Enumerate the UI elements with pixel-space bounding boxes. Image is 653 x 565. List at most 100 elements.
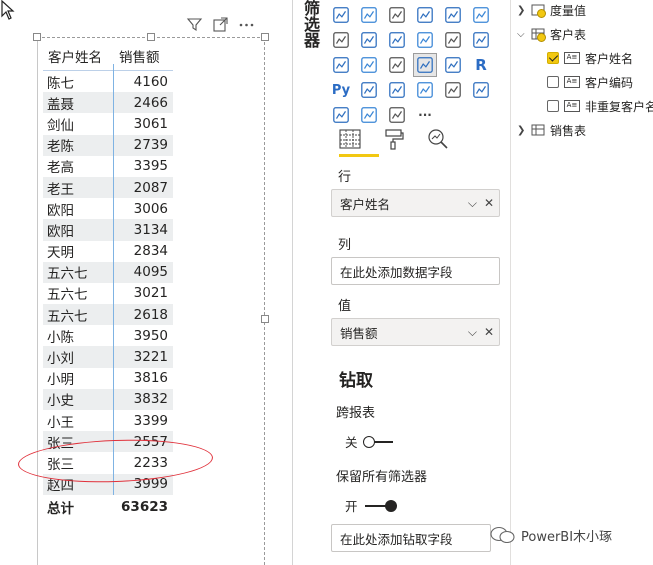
customer-table-item[interactable]: ⌵ 客户表 xyxy=(517,25,586,43)
qa-icon[interactable] xyxy=(414,79,436,101)
pane-divider xyxy=(292,0,293,565)
power-apps-icon[interactable] xyxy=(330,104,352,126)
sales-table-item[interactable]: ❯ 销售表 xyxy=(517,121,586,139)
field-item[interactable]: A≡ 客户姓名 xyxy=(547,49,633,67)
decomposition-tree-icon[interactable] xyxy=(386,79,408,101)
map-icon[interactable] xyxy=(330,29,352,51)
power-automate-icon[interactable] xyxy=(358,104,380,126)
pie-chart-icon[interactable] xyxy=(414,4,436,26)
rows-label: 行 xyxy=(338,170,352,185)
visual-header xyxy=(186,15,255,33)
sales-value-cell: 2466 xyxy=(133,94,168,111)
stacked-column-chart-icon[interactable] xyxy=(330,4,352,26)
measure-table-item[interactable]: ❯ 度量值 xyxy=(517,1,586,19)
table-row[interactable]: 小王 3399 xyxy=(43,410,173,431)
filters-pane-title[interactable]: 筛选器 xyxy=(296,0,322,60)
table-row[interactable]: 陈七 4160 xyxy=(43,71,173,92)
column-divider xyxy=(113,64,114,495)
table-row[interactable]: 五六七 2618 xyxy=(43,304,173,326)
resize-handle[interactable] xyxy=(33,33,41,41)
key-influencers-icon[interactable] xyxy=(358,79,380,101)
values-well[interactable]: 销售额 ⌵ ✕ xyxy=(331,318,500,346)
treemap-icon[interactable] xyxy=(470,4,492,26)
more-options-icon[interactable] xyxy=(238,16,255,33)
table-row[interactable]: 老高 3395 xyxy=(43,156,173,177)
scatter-chart-icon[interactable] xyxy=(386,4,408,26)
chevron-right-icon[interactable]: ❯ xyxy=(517,5,527,16)
customer-name-cell: 天明 xyxy=(47,245,74,262)
chevron-down-icon[interactable]: ⌵ xyxy=(517,29,527,40)
field-item[interactable]: A≡ 客户编码 xyxy=(547,73,633,91)
keep-filters-toggle[interactable]: 开 xyxy=(345,496,397,515)
viz-pane-tabs xyxy=(336,126,452,152)
drillthrough-well[interactable]: 在此处添加钻取字段 xyxy=(331,524,491,552)
field-checkbox[interactable] xyxy=(547,76,559,88)
field-label: 非重复客户名 xyxy=(585,99,653,114)
column-header-sales[interactable]: 销售额 xyxy=(113,46,173,66)
field-checkbox[interactable] xyxy=(547,100,559,112)
rows-well[interactable]: 客户姓名 ⌵ ✕ xyxy=(331,189,500,217)
arcgis-icon[interactable] xyxy=(386,104,408,126)
table-row[interactable]: 老陈 2739 xyxy=(43,134,173,156)
filled-map-icon[interactable] xyxy=(358,29,380,51)
column-header-customer-name[interactable]: 客户姓名 xyxy=(43,46,113,66)
fields-tab-icon[interactable] xyxy=(336,126,364,152)
table-icon[interactable] xyxy=(413,53,437,77)
toggle-knob xyxy=(384,499,397,512)
table-row[interactable]: 五六七 3021 xyxy=(43,283,173,304)
table-row[interactable]: 欧阳 3006 xyxy=(43,198,173,219)
close-icon[interactable]: ✕ xyxy=(484,325,494,340)
card-icon[interactable] xyxy=(470,29,492,51)
chevron-right-icon[interactable]: ❯ xyxy=(517,125,527,136)
table-row[interactable]: 小史 3832 xyxy=(43,388,173,410)
sales-value-cell: 2739 xyxy=(133,137,168,154)
cross-report-toggle[interactable]: 关 xyxy=(345,432,393,451)
slicer-icon[interactable] xyxy=(386,54,408,76)
table-body: 陈七 4160 盖聂 2466 剑仙 3061 老陈 2739 老高 3395 老王 2087 欧阳 30… xyxy=(43,71,173,495)
sales-value-cell: 3061 xyxy=(133,115,168,132)
matrix-icon[interactable] xyxy=(442,54,464,76)
close-icon[interactable]: ✕ xyxy=(484,196,494,211)
azure-map-icon[interactable] xyxy=(414,29,436,51)
analytics-magnifier-icon[interactable] xyxy=(424,126,452,152)
smart-narrative-icon[interactable] xyxy=(442,79,464,101)
paginated-report-icon[interactable] xyxy=(470,79,492,101)
table-row[interactable]: 小陈 3950 xyxy=(43,325,173,346)
table-row[interactable]: 盖聂 2466 xyxy=(43,92,173,114)
table-row[interactable]: 五六七 4095 xyxy=(43,261,173,283)
shape-map-icon[interactable] xyxy=(386,29,408,51)
resize-handle[interactable] xyxy=(261,315,269,323)
kpi-icon[interactable] xyxy=(358,54,380,76)
chevron-down-icon[interactable]: ⌵ xyxy=(468,196,477,211)
customer-name-cell: 小王 xyxy=(47,414,74,431)
resize-handle[interactable] xyxy=(261,33,269,41)
focus-mode-icon[interactable] xyxy=(212,16,229,33)
table-row[interactable]: 小刘 3221 xyxy=(43,346,173,368)
filter-icon[interactable] xyxy=(186,16,203,33)
customer-table-label: 客户表 xyxy=(550,27,587,42)
table-row[interactable]: 剑仙 3061 xyxy=(43,113,173,134)
python-visual-icon[interactable]: Py xyxy=(330,79,352,101)
keep-filters-label: 保留所有筛选器 xyxy=(336,470,428,485)
customer-name-cell: 小史 xyxy=(47,393,74,410)
toggle-knob xyxy=(362,435,375,448)
r-visual-icon[interactable]: R xyxy=(470,54,492,76)
columns-well[interactable]: 在此处添加数据字段 xyxy=(331,257,500,285)
format-paint-roller-icon[interactable] xyxy=(380,126,408,152)
field-item[interactable]: A≡ 非重复客户名 xyxy=(547,97,653,115)
values-label: 值 xyxy=(338,299,352,314)
gauge-icon[interactable] xyxy=(442,29,464,51)
table-row[interactable]: 欧阳 3134 xyxy=(43,219,173,241)
table-row[interactable]: 老王 2087 xyxy=(43,176,173,199)
table-icon xyxy=(531,28,546,42)
donut-chart-icon[interactable] xyxy=(442,4,464,26)
resize-handle[interactable] xyxy=(147,33,155,41)
chevron-down-icon[interactable]: ⌵ xyxy=(468,325,477,340)
funnel-chart-icon[interactable] xyxy=(358,4,380,26)
more-visuals-icon[interactable]: ··· xyxy=(414,104,436,126)
multi-row-card-icon[interactable] xyxy=(330,54,352,76)
table-row[interactable]: 小明 3816 xyxy=(43,368,173,389)
table-row[interactable]: 天明 2834 xyxy=(43,241,173,262)
field-checkbox[interactable] xyxy=(547,52,559,64)
visualization-gallery: R Py ··· xyxy=(330,4,492,126)
